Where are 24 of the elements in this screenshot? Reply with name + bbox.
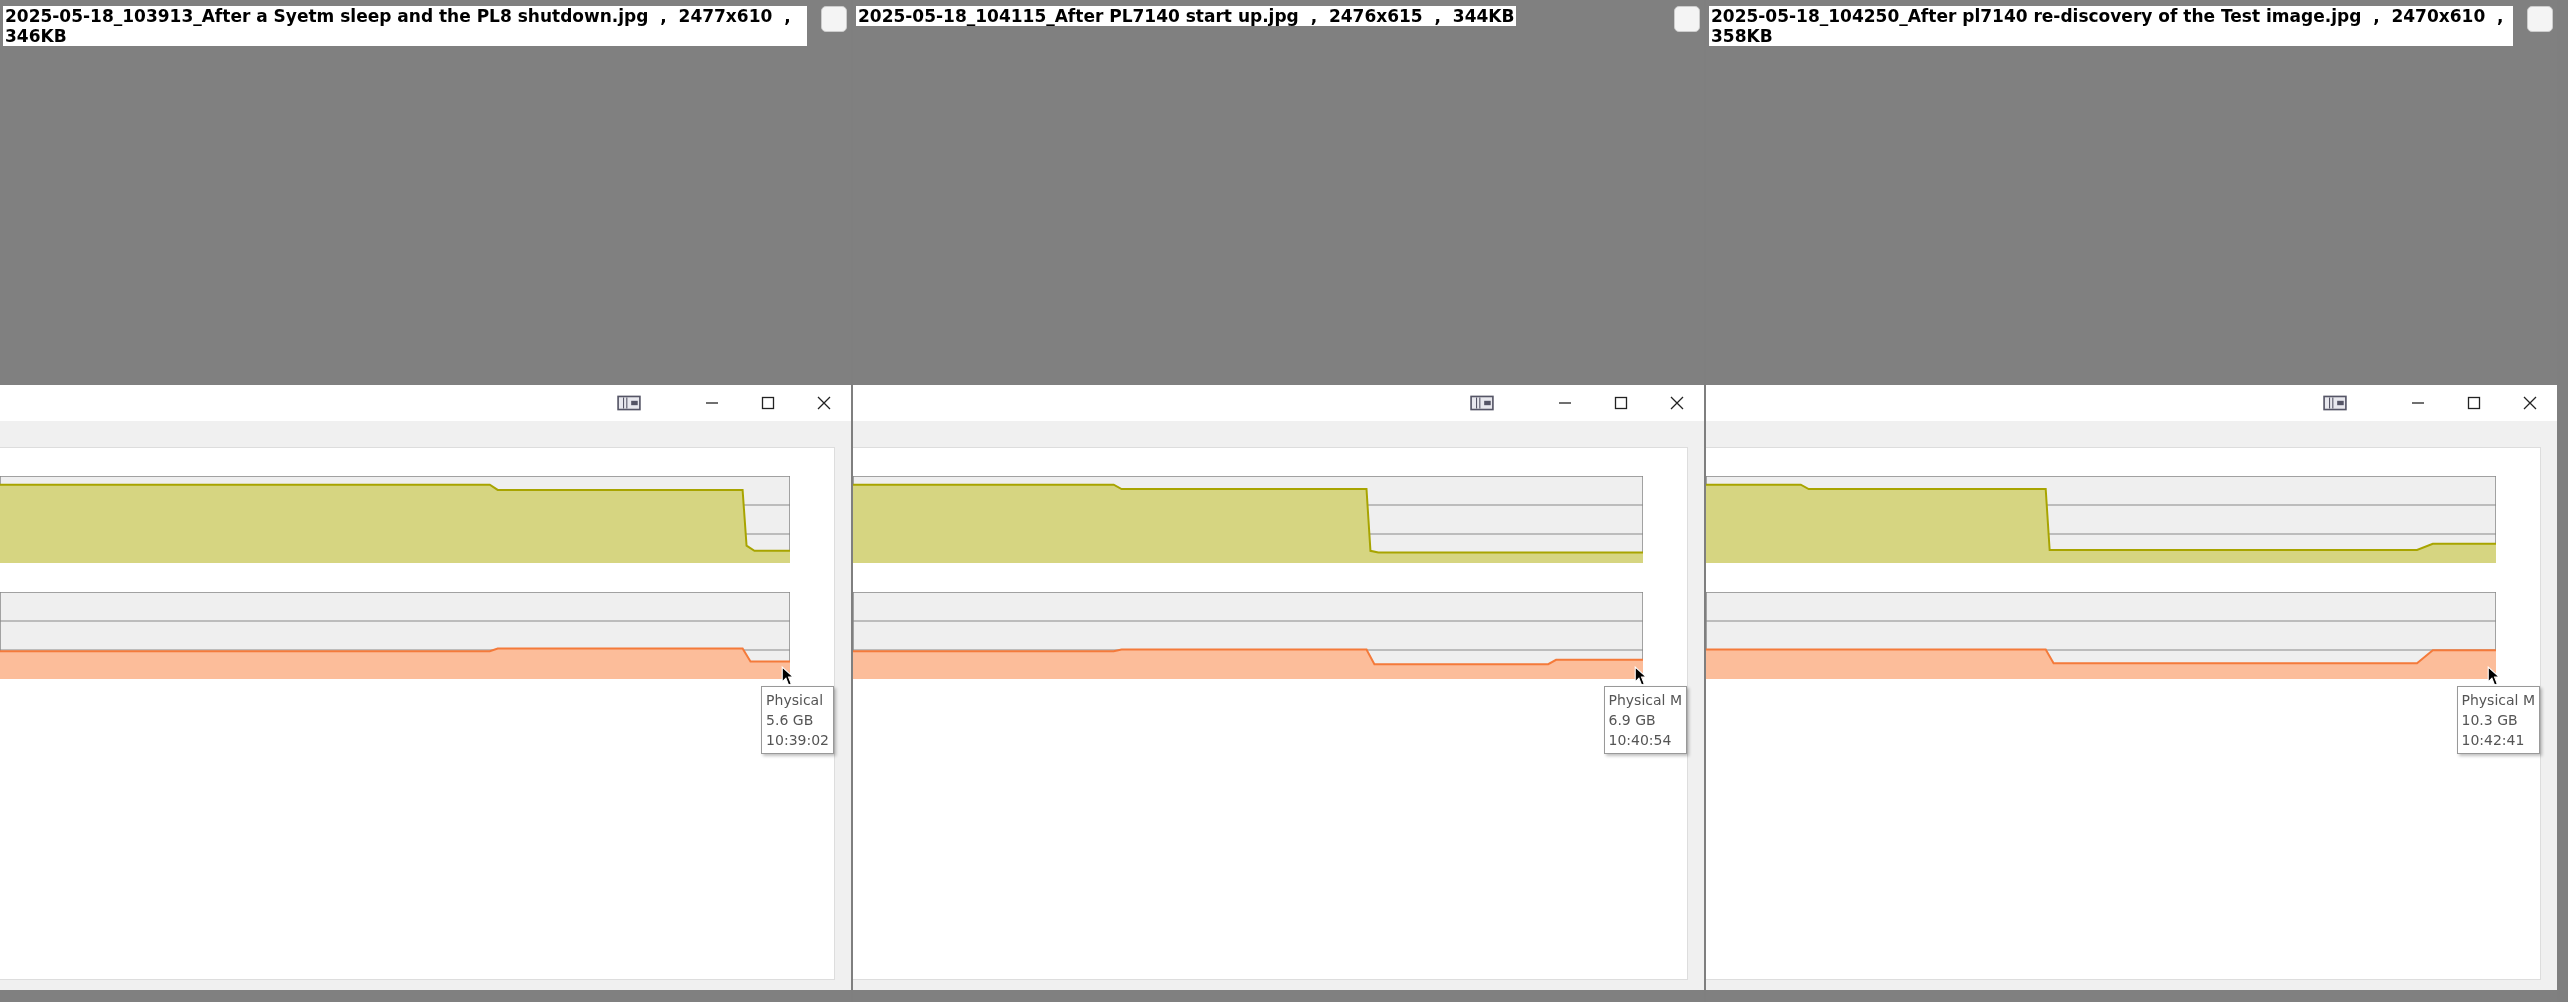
image-caption: 2025-05-18_104250_After pl7140 re-discovery of the Test image.jpg , 2470x610 , 358KB [1709, 6, 2513, 46]
tooltip-text: Physical M [1608, 691, 1682, 710]
window-snap-icon[interactable] [1470, 395, 1494, 411]
checkbox[interactable] [2527, 6, 2553, 32]
tooltip-text: Physical M [2461, 691, 2535, 710]
checkbox[interactable] [1674, 6, 1700, 32]
image-caption: 2025-05-18_104115_After PL7140 start up.jpg , 2476x615 , 344KB [856, 6, 1517, 26]
maximize-icon[interactable] [2467, 396, 2481, 410]
maximize-icon[interactable] [1614, 396, 1628, 410]
tooltip-text: 6.9 GB [1608, 711, 1657, 730]
window-snap-icon[interactable] [2323, 395, 2347, 411]
image-caption: 2025-05-18_103913_After a Syetm sleep and the PL8 shutdown.jpg , 2477x610 , 346KB [3, 6, 807, 46]
tooltip-text: 5.6 GB [766, 711, 815, 730]
window-snap-icon[interactable] [617, 395, 641, 411]
close-icon[interactable] [1670, 396, 1684, 410]
tooltip-text: 10.3 GB [2461, 711, 2519, 730]
checkbox[interactable] [821, 6, 847, 32]
tooltip-text: Physical [766, 691, 825, 710]
tooltip-text: 10:42:41 [2461, 731, 2526, 750]
close-icon[interactable] [2523, 396, 2537, 410]
tooltip-text: 10:39:02 [766, 731, 829, 750]
close-icon[interactable] [817, 396, 831, 410]
maximize-icon[interactable] [761, 396, 775, 410]
tooltip-text: 10:40:54 [1608, 731, 1673, 750]
